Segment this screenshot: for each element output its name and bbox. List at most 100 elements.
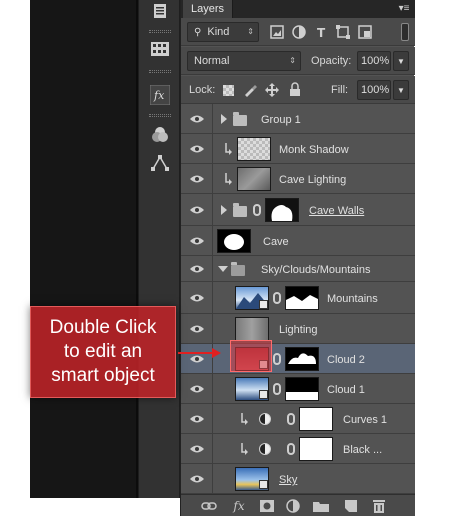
eye-icon	[190, 325, 204, 333]
layer-row[interactable]: Cave	[181, 226, 415, 256]
visibility-toggle[interactable]	[181, 404, 213, 433]
eye-icon	[190, 115, 204, 123]
expand-arrow-icon[interactable]	[221, 114, 227, 124]
collapse-arrow-icon[interactable]	[218, 266, 228, 272]
layer-mask-thumbnail[interactable]	[285, 286, 319, 310]
blend-mode-select[interactable]: Normal ⇕	[187, 51, 301, 71]
new-layer-icon[interactable]	[343, 499, 359, 513]
visibility-toggle[interactable]	[181, 194, 213, 225]
opacity-dropdown-button[interactable]: ▼	[393, 51, 409, 71]
mask-link-icon[interactable]	[273, 353, 281, 365]
fx-icon[interactable]: fx	[231, 499, 247, 513]
layer-row[interactable]: Cloud 1	[181, 374, 415, 404]
panel-menu-icon[interactable]: ▾≡	[397, 2, 411, 14]
layer-mask-thumbnail[interactable]	[285, 347, 319, 371]
dock-grip[interactable]	[149, 114, 171, 117]
trash-icon[interactable]	[371, 499, 387, 513]
layer-row[interactable]: Cave Walls	[181, 194, 415, 226]
visibility-toggle[interactable]	[181, 256, 213, 281]
layer-row[interactable]: Curves 1	[181, 404, 415, 434]
lock-image-brush-icon[interactable]	[243, 83, 257, 100]
eye-icon	[190, 475, 204, 483]
layer-row[interactable]: Sky/Clouds/Mountains	[181, 256, 415, 282]
fill-dropdown-button[interactable]: ▼	[393, 80, 409, 100]
callout-arrow-head	[212, 348, 221, 358]
dock-grip[interactable]	[149, 70, 171, 73]
tab-layers[interactable]: Layers	[183, 0, 234, 18]
layer-name: Cloud 1	[327, 384, 365, 396]
layer-row[interactable]: Cave Lighting	[181, 164, 415, 194]
dock-grip[interactable]	[149, 30, 171, 33]
layer-mask-thumbnail[interactable]	[299, 437, 333, 461]
expand-arrow-icon[interactable]	[221, 205, 227, 215]
filter-shape-icon[interactable]	[335, 24, 351, 40]
styles-fx-icon[interactable]: fx	[148, 84, 172, 106]
filter-toggle[interactable]	[401, 23, 409, 41]
layer-row[interactable]: Sky	[181, 464, 415, 494]
adjustment-layer-icon	[259, 443, 271, 455]
mask-link-icon[interactable]	[273, 292, 281, 304]
layer-name: Cloud 2	[327, 354, 365, 366]
layer-mask-thumbnail[interactable]	[299, 407, 333, 431]
new-adjustment-icon[interactable]	[285, 499, 301, 513]
layers-panel: Layers ▾≡ ⚲ Kind ⇕ T Normal ⇕ Opacity: 1…	[180, 0, 415, 516]
lock-position-icon[interactable]	[265, 83, 279, 100]
visibility-toggle[interactable]	[181, 134, 213, 163]
fill-input[interactable]: 100%	[357, 80, 391, 100]
layer-mask-thumbnail[interactable]	[265, 198, 299, 222]
clipping-arrow-icon	[225, 173, 232, 185]
search-icon: ⚲	[194, 27, 202, 38]
eye-icon	[190, 385, 204, 393]
canvas-area[interactable]	[30, 0, 138, 498]
callout-box: Double Click to edit an smart object	[30, 306, 176, 398]
opacity-input[interactable]: 100%	[357, 51, 391, 71]
add-mask-icon[interactable]	[259, 499, 275, 513]
eye-icon	[190, 415, 204, 423]
filter-adjustment-icon[interactable]	[291, 24, 307, 40]
visibility-toggle[interactable]	[181, 464, 213, 493]
layer-row[interactable]: Black ...	[181, 434, 415, 464]
paths-icon[interactable]	[148, 152, 172, 174]
clipping-arrow-icon	[241, 443, 248, 455]
lock-all-icon[interactable]	[289, 82, 301, 100]
smart-object-icon	[259, 300, 268, 309]
lock-transparent-icon[interactable]	[223, 85, 234, 96]
filter-smart-object-icon[interactable]	[357, 24, 373, 40]
link-icon[interactable]	[201, 499, 217, 513]
eye-icon	[190, 206, 204, 214]
filter-pixel-icon[interactable]	[269, 24, 285, 40]
visibility-toggle[interactable]	[181, 282, 213, 313]
panel-dock: fx	[138, 0, 180, 498]
filter-type-icon[interactable]: T	[313, 24, 329, 40]
visibility-toggle[interactable]	[181, 374, 213, 403]
callout-arrow	[178, 352, 214, 354]
mask-link-icon[interactable]	[273, 383, 281, 395]
mask-link-icon[interactable]	[253, 204, 261, 216]
layer-row[interactable]: Group 1	[181, 104, 415, 134]
eye-icon	[190, 445, 204, 453]
layer-name: Monk Shadow	[279, 144, 349, 156]
visibility-toggle[interactable]	[181, 344, 213, 373]
layer-thumbnail	[237, 167, 271, 191]
visibility-toggle[interactable]	[181, 164, 213, 193]
visibility-toggle[interactable]	[181, 226, 213, 255]
layer-name: Lighting	[279, 324, 318, 336]
smart-object-highlight	[230, 340, 272, 372]
history-icon[interactable]	[148, 0, 172, 22]
visibility-toggle[interactable]	[181, 314, 213, 343]
layer-row[interactable]: Mountains	[181, 282, 415, 314]
layer-mask-thumbnail[interactable]	[285, 377, 319, 401]
visibility-toggle[interactable]	[181, 434, 213, 463]
channels-icon[interactable]	[148, 124, 172, 146]
filter-kind-select[interactable]: ⚲ Kind ⇕	[187, 22, 259, 42]
eye-icon	[190, 355, 204, 363]
mask-link-icon[interactable]	[287, 413, 295, 425]
layer-thumbnail	[237, 137, 271, 161]
mask-link-icon[interactable]	[287, 443, 295, 455]
new-group-folder-icon[interactable]	[313, 499, 329, 513]
visibility-toggle[interactable]	[181, 104, 213, 133]
callout-line-3: smart object	[51, 365, 155, 386]
layer-row[interactable]: Monk Shadow	[181, 134, 415, 164]
swatches-icon[interactable]	[148, 38, 172, 60]
layer-row[interactable]: Lighting	[181, 314, 415, 344]
